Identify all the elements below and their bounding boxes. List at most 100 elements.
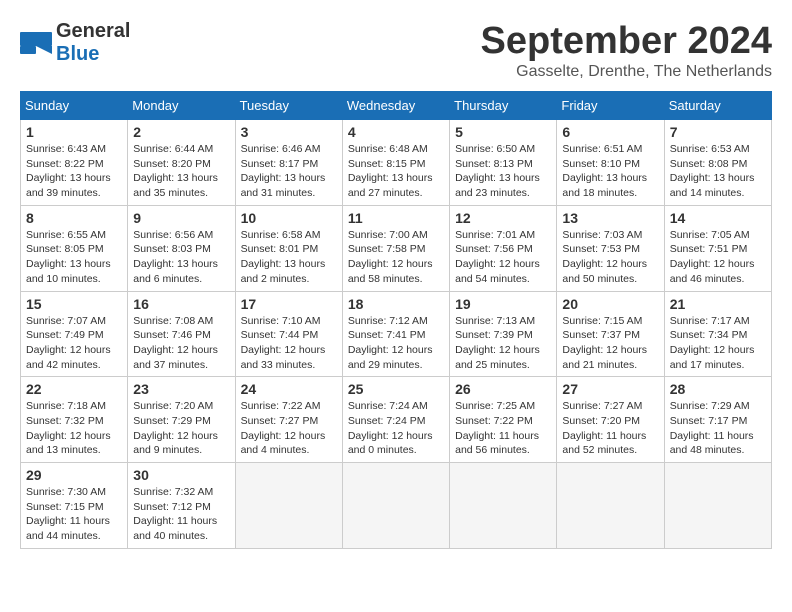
location: Gasselte, Drenthe, The Netherlands (481, 63, 773, 81)
day-info: Sunrise: 7:07 AM Sunset: 7:49 PM Dayligh… (26, 314, 122, 373)
day-info: Sunrise: 7:32 AM Sunset: 7:12 PM Dayligh… (133, 485, 229, 544)
day-info: Sunrise: 7:29 AM Sunset: 7:17 PM Dayligh… (670, 399, 766, 458)
calendar-cell: 23 Sunrise: 7:20 AM Sunset: 7:29 PM Dayli… (128, 377, 235, 463)
calendar-cell: 11 Sunrise: 7:00 AM Sunset: 7:58 PM Dayli… (342, 205, 449, 291)
day-number: 19 (455, 296, 551, 312)
calendar-cell: 6Sunrise: 6:51 AM Sunset: 8:10 PM Daylig… (557, 120, 664, 206)
day-number: 23 (133, 381, 229, 397)
calendar-row: 29 Sunrise: 7:30 AM Sunset: 7:15 PM Dayli… (21, 463, 772, 549)
calendar-cell: 20 Sunrise: 7:15 AM Sunset: 7:37 PM Dayli… (557, 291, 664, 377)
calendar-cell: 2 Sunrise: 6:44 AM Sunset: 8:20 PM Daylig… (128, 120, 235, 206)
day-info: Sunrise: 7:12 AM Sunset: 7:41 PM Dayligh… (348, 314, 444, 373)
calendar-cell: 9Sunrise: 6:56 AM Sunset: 8:03 PM Daylig… (128, 205, 235, 291)
day-number: 22 (26, 381, 122, 397)
day-number: 30 (133, 467, 229, 483)
day-info: Sunrise: 7:05 AM Sunset: 7:51 PM Dayligh… (670, 228, 766, 287)
day-number: 10 (241, 210, 337, 226)
weekday-header: Friday (557, 92, 664, 120)
day-info: Sunrise: 7:22 AM Sunset: 7:27 PM Dayligh… (241, 399, 337, 458)
day-info: Sunrise: 7:01 AM Sunset: 7:56 PM Dayligh… (455, 228, 551, 287)
calendar-cell: 16 Sunrise: 7:08 AM Sunset: 7:46 PM Dayli… (128, 291, 235, 377)
calendar-cell: 22 Sunrise: 7:18 AM Sunset: 7:32 PM Dayli… (21, 377, 128, 463)
day-info: Sunrise: 7:08 AM Sunset: 7:46 PM Dayligh… (133, 314, 229, 373)
day-info: Sunrise: 7:13 AM Sunset: 7:39 PM Dayligh… (455, 314, 551, 373)
day-number: 26 (455, 381, 551, 397)
logo: General Blue (20, 20, 130, 66)
calendar-cell: 12Sunrise: 7:01 AM Sunset: 7:56 PM Dayli… (450, 205, 557, 291)
calendar-row: 1 Sunrise: 6:43 AM Sunset: 8:22 PM Daylig… (21, 120, 772, 206)
day-info: Sunrise: 7:27 AM Sunset: 7:20 PM Dayligh… (562, 399, 658, 458)
day-number: 4 (348, 124, 444, 140)
day-number: 6 (562, 124, 658, 140)
day-info: Sunrise: 7:20 AM Sunset: 7:29 PM Dayligh… (133, 399, 229, 458)
logo-blue: Blue (56, 43, 99, 65)
page-header: General Blue September 2024 Gasselte, Dr… (20, 20, 772, 81)
day-number: 17 (241, 296, 337, 312)
day-number: 28 (670, 381, 766, 397)
day-number: 2 (133, 124, 229, 140)
day-info: Sunrise: 7:25 AM Sunset: 7:22 PM Dayligh… (455, 399, 551, 458)
weekday-header: Wednesday (342, 92, 449, 120)
day-info: Sunrise: 7:18 AM Sunset: 7:32 PM Dayligh… (26, 399, 122, 458)
calendar-cell: 26 Sunrise: 7:25 AM Sunset: 7:22 PM Dayli… (450, 377, 557, 463)
day-number: 15 (26, 296, 122, 312)
calendar-row: 15 Sunrise: 7:07 AM Sunset: 7:49 PM Dayli… (21, 291, 772, 377)
day-info: Sunrise: 6:55 AM Sunset: 8:05 PM Dayligh… (26, 228, 122, 287)
calendar-cell: 29 Sunrise: 7:30 AM Sunset: 7:15 PM Dayli… (21, 463, 128, 549)
day-number: 1 (26, 124, 122, 140)
calendar-cell (557, 463, 664, 549)
day-number: 8 (26, 210, 122, 226)
calendar-cell (450, 463, 557, 549)
weekday-header: Monday (128, 92, 235, 120)
day-info: Sunrise: 7:10 AM Sunset: 7:44 PM Dayligh… (241, 314, 337, 373)
day-number: 16 (133, 296, 229, 312)
title-area: September 2024 Gasselte, Drenthe, The Ne… (481, 20, 773, 81)
weekday-header: Sunday (21, 92, 128, 120)
calendar-cell: 1 Sunrise: 6:43 AM Sunset: 8:22 PM Daylig… (21, 120, 128, 206)
month-title: September 2024 (481, 20, 773, 63)
day-number: 11 (348, 210, 444, 226)
calendar-cell: 3 Sunrise: 6:46 AM Sunset: 8:17 PM Daylig… (235, 120, 342, 206)
calendar-cell: 13 Sunrise: 7:03 AM Sunset: 7:53 PM Dayli… (557, 205, 664, 291)
day-number: 13 (562, 210, 658, 226)
day-info: Sunrise: 7:30 AM Sunset: 7:15 PM Dayligh… (26, 485, 122, 544)
day-info: Sunrise: 7:03 AM Sunset: 7:53 PM Dayligh… (562, 228, 658, 287)
day-number: 20 (562, 296, 658, 312)
weekday-header: Saturday (664, 92, 771, 120)
logo-general: General (56, 20, 130, 42)
weekday-header: Thursday (450, 92, 557, 120)
calendar-cell: 19 Sunrise: 7:13 AM Sunset: 7:39 PM Dayli… (450, 291, 557, 377)
calendar-cell (664, 463, 771, 549)
day-number: 18 (348, 296, 444, 312)
day-info: Sunrise: 7:24 AM Sunset: 7:24 PM Dayligh… (348, 399, 444, 458)
day-number: 5 (455, 124, 551, 140)
day-info: Sunrise: 6:44 AM Sunset: 8:20 PM Dayligh… (133, 142, 229, 201)
day-info: Sunrise: 6:46 AM Sunset: 8:17 PM Dayligh… (241, 142, 337, 201)
day-number: 27 (562, 381, 658, 397)
calendar-cell: 4 Sunrise: 6:48 AM Sunset: 8:15 PM Daylig… (342, 120, 449, 206)
calendar-cell (235, 463, 342, 549)
calendar-cell: 28 Sunrise: 7:29 AM Sunset: 7:17 PM Dayli… (664, 377, 771, 463)
day-number: 25 (348, 381, 444, 397)
calendar-cell: 14 Sunrise: 7:05 AM Sunset: 7:51 PM Dayli… (664, 205, 771, 291)
day-number: 3 (241, 124, 337, 140)
calendar-cell: 10Sunrise: 6:58 AM Sunset: 8:01 PM Dayli… (235, 205, 342, 291)
day-info: Sunrise: 6:48 AM Sunset: 8:15 PM Dayligh… (348, 142, 444, 201)
day-info: Sunrise: 6:50 AM Sunset: 8:13 PM Dayligh… (455, 142, 551, 201)
day-number: 24 (241, 381, 337, 397)
calendar-cell: 8 Sunrise: 6:55 AM Sunset: 8:05 PM Daylig… (21, 205, 128, 291)
day-info: Sunrise: 7:00 AM Sunset: 7:58 PM Dayligh… (348, 228, 444, 287)
calendar-row: 8 Sunrise: 6:55 AM Sunset: 8:05 PM Daylig… (21, 205, 772, 291)
weekday-header-row: SundayMondayTuesdayWednesdayThursdayFrid… (21, 92, 772, 120)
day-number: 14 (670, 210, 766, 226)
day-number: 21 (670, 296, 766, 312)
day-info: Sunrise: 7:15 AM Sunset: 7:37 PM Dayligh… (562, 314, 658, 373)
calendar-cell: 5 Sunrise: 6:50 AM Sunset: 8:13 PM Daylig… (450, 120, 557, 206)
logo-icon (20, 32, 52, 54)
day-info: Sunrise: 6:43 AM Sunset: 8:22 PM Dayligh… (26, 142, 122, 201)
weekday-header: Tuesday (235, 92, 342, 120)
day-number: 29 (26, 467, 122, 483)
calendar-cell: 17 Sunrise: 7:10 AM Sunset: 7:44 PM Dayli… (235, 291, 342, 377)
calendar-cell: 24 Sunrise: 7:22 AM Sunset: 7:27 PM Dayli… (235, 377, 342, 463)
calendar-cell: 7Sunrise: 6:53 AM Sunset: 8:08 PM Daylig… (664, 120, 771, 206)
